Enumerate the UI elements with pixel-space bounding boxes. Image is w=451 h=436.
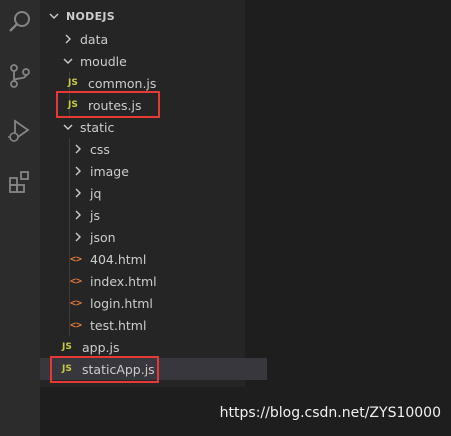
chevron-right-icon bbox=[72, 231, 84, 243]
chevron-right-icon bbox=[72, 187, 84, 199]
tree-item-login-html[interactable]: <> login.html bbox=[40, 292, 275, 314]
tree-item-label: index.html bbox=[90, 273, 157, 289]
tree-item-test-html[interactable]: <> test.html bbox=[40, 314, 275, 336]
html-file-icon: <> bbox=[70, 253, 83, 265]
chevron-right-icon bbox=[62, 33, 74, 45]
tree-item-label: json bbox=[90, 229, 116, 245]
chevron-down-icon bbox=[62, 55, 74, 67]
extensions-icon[interactable] bbox=[6, 168, 34, 196]
tree-item-moudle[interactable]: moudle bbox=[40, 50, 267, 72]
tree-item-label: common.js bbox=[88, 75, 157, 91]
html-file-icon: <> bbox=[70, 297, 83, 309]
run-debug-icon[interactable] bbox=[6, 116, 34, 144]
tree-item-js[interactable]: js bbox=[40, 204, 277, 226]
chevron-right-icon bbox=[72, 165, 84, 177]
tree-item-label: app.js bbox=[82, 339, 120, 355]
explorer-root-label: NODEJS bbox=[66, 9, 116, 23]
tree-item-label: css bbox=[90, 141, 110, 157]
tree-item-404-html[interactable]: <> 404.html bbox=[40, 248, 275, 270]
activity-bar bbox=[0, 0, 40, 436]
source-control-icon[interactable] bbox=[6, 62, 34, 90]
explorer-panel: NODEJS data moudle JS common.js JS route… bbox=[40, 0, 267, 387]
watermark-text: https://blog.csdn.net/ZYS10000 bbox=[219, 405, 441, 421]
html-file-icon: <> bbox=[70, 319, 83, 331]
tree-item-label: moudle bbox=[80, 53, 127, 69]
chevron-right-icon bbox=[72, 209, 84, 221]
tree-item-app-js[interactable]: JS app.js bbox=[40, 336, 267, 358]
js-file-icon: JS bbox=[68, 78, 78, 88]
highlight-box-routes bbox=[56, 91, 160, 118]
tree-item-index-html[interactable]: <> index.html bbox=[40, 270, 275, 292]
js-file-icon: JS bbox=[62, 342, 72, 352]
tree-item-label: test.html bbox=[90, 317, 147, 333]
tree-item-jq[interactable]: jq bbox=[40, 182, 277, 204]
tree-item-image[interactable]: image bbox=[40, 160, 277, 182]
tree-item-data[interactable]: data bbox=[40, 28, 267, 50]
tree-item-label: login.html bbox=[90, 295, 153, 311]
tree-item-static[interactable]: static bbox=[40, 116, 267, 138]
tree-item-label: image bbox=[90, 163, 129, 179]
chevron-down-icon bbox=[62, 121, 74, 133]
tree-item-label: data bbox=[80, 31, 109, 47]
explorer-root[interactable]: NODEJS bbox=[40, 5, 253, 27]
tree-item-label: static bbox=[80, 119, 115, 135]
tree-item-css[interactable]: css bbox=[40, 138, 277, 160]
tree-item-label: 404.html bbox=[90, 251, 147, 267]
search-icon[interactable] bbox=[6, 8, 34, 36]
chevron-down-icon bbox=[48, 10, 60, 22]
tree-item-label: js bbox=[90, 207, 100, 223]
highlight-box-staticapp bbox=[50, 356, 159, 383]
tree-item-label: jq bbox=[90, 185, 102, 201]
tree-item-json[interactable]: json bbox=[40, 226, 277, 248]
html-file-icon: <> bbox=[70, 275, 83, 287]
chevron-right-icon bbox=[72, 143, 84, 155]
